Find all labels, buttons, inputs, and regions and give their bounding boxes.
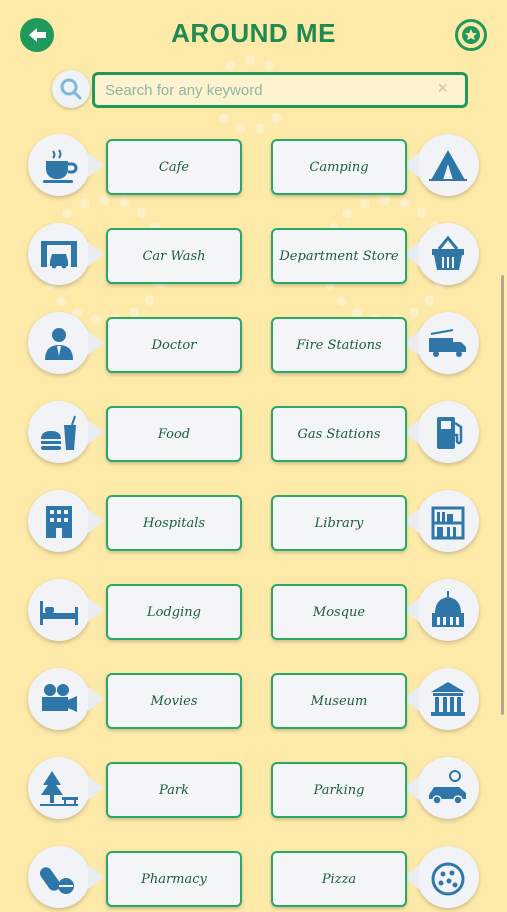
category-gas-stations[interactable]: Gas Stations xyxy=(267,397,507,467)
coffee-cup-icon xyxy=(28,134,90,196)
fire-truck-icon xyxy=(417,312,479,374)
category-car-wash[interactable]: Car Wash xyxy=(0,219,242,289)
category-parking[interactable]: Parking xyxy=(267,753,507,823)
magnifier-icon xyxy=(60,78,82,100)
pizza-icon xyxy=(417,846,479,908)
category-label: Department Store xyxy=(271,228,407,284)
category-pharmacy[interactable]: Pharmacy xyxy=(0,842,242,912)
category-camping[interactable]: Camping xyxy=(267,130,507,200)
category-doctor[interactable]: Doctor xyxy=(0,308,242,378)
category-label: Pizza xyxy=(271,851,407,907)
category-label: Doctor xyxy=(106,317,242,373)
category-label: Mosque xyxy=(271,584,407,640)
category-lodging[interactable]: Lodging xyxy=(0,575,242,645)
doctor-icon xyxy=(28,312,90,374)
favorites-button[interactable] xyxy=(455,19,487,51)
page-title: AROUND ME xyxy=(171,18,336,48)
pointer-tip xyxy=(88,776,104,800)
tree-bench-icon xyxy=(28,757,90,819)
category-label: Park xyxy=(106,762,242,818)
fuel-pump-icon xyxy=(417,401,479,463)
pill-icon xyxy=(28,846,90,908)
pointer-tip xyxy=(88,865,104,889)
category-label: Cafe xyxy=(106,139,242,195)
pointer-tip xyxy=(88,420,104,444)
category-food[interactable]: Food xyxy=(0,397,242,467)
category-label: Hospitals xyxy=(106,495,242,551)
pointer-tip xyxy=(88,331,104,355)
category-label: Fire Stations xyxy=(271,317,407,373)
category-fire-stations[interactable]: Fire Stations xyxy=(267,308,507,378)
pointer-tip xyxy=(88,687,104,711)
parking-car-icon xyxy=(417,757,479,819)
clear-x-icon[interactable]: × xyxy=(437,78,448,99)
category-pizza[interactable]: Pizza xyxy=(267,842,507,912)
search-input[interactable] xyxy=(92,72,468,108)
bookshelf-icon xyxy=(417,490,479,552)
category-label: Car Wash xyxy=(106,228,242,284)
pointer-tip xyxy=(88,509,104,533)
category-label: Movies xyxy=(106,673,242,729)
category-hospitals[interactable]: Hospitals xyxy=(0,486,242,556)
category-department-store[interactable]: Department Store xyxy=(267,219,507,289)
category-label: Museum xyxy=(271,673,407,729)
category-label: Parking xyxy=(271,762,407,818)
pointer-tip xyxy=(88,242,104,266)
vertical-scrollbar[interactable] xyxy=(501,275,504,715)
category-label: Camping xyxy=(271,139,407,195)
category-label: Food xyxy=(106,406,242,462)
category-label: Library xyxy=(271,495,407,551)
search-button[interactable] xyxy=(52,70,90,108)
shopping-basket-icon xyxy=(417,223,479,285)
film-camera-icon xyxy=(28,668,90,730)
category-label: Gas Stations xyxy=(271,406,407,462)
category-label: Lodging xyxy=(106,584,242,640)
car-wash-icon xyxy=(28,223,90,285)
category-museum[interactable]: Museum xyxy=(267,664,507,734)
star-badge-icon xyxy=(462,26,480,44)
museum-icon xyxy=(417,668,479,730)
bed-icon xyxy=(28,579,90,641)
pointer-tip xyxy=(88,598,104,622)
top-bar: AROUND ME xyxy=(0,0,507,70)
tent-icon xyxy=(417,134,479,196)
category-label: Pharmacy xyxy=(106,851,242,907)
mosque-dome-icon xyxy=(417,579,479,641)
category-park[interactable]: Park xyxy=(0,753,242,823)
category-movies[interactable]: Movies xyxy=(0,664,242,734)
hospital-building-icon xyxy=(28,490,90,552)
category-cafe[interactable]: Cafe xyxy=(0,130,242,200)
pointer-tip xyxy=(88,153,104,177)
search-bar: × xyxy=(52,70,468,108)
category-library[interactable]: Library xyxy=(267,486,507,556)
category-mosque[interactable]: Mosque xyxy=(267,575,507,645)
burger-drink-icon xyxy=(28,401,90,463)
